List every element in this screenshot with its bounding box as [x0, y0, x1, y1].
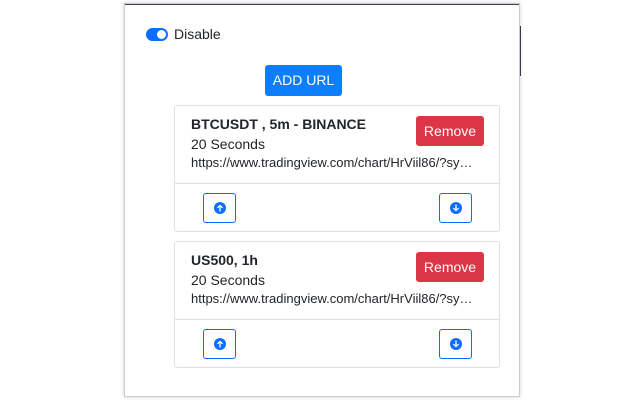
url-card-body: BTCUSDT , 5m - BINANCE 20 Seconds https:…	[175, 106, 499, 184]
remove-button[interactable]: Remove	[416, 116, 484, 146]
move-down-button[interactable]	[439, 193, 472, 223]
url-card-interval: 20 Seconds	[191, 272, 265, 288]
arrow-up-circle-icon	[213, 202, 226, 214]
disable-toggle-label[interactable]: Disable	[174, 26, 221, 42]
url-card-title: US500, 1h	[191, 252, 258, 268]
arrow-down-circle-icon	[449, 338, 462, 350]
extension-stage: Disable ADD URL BTCUSDT , 5m - BINANCE 2…	[0, 0, 640, 400]
move-down-button[interactable]	[439, 329, 472, 359]
arrow-down-circle-icon	[449, 202, 462, 214]
popup-top-border	[125, 4, 519, 5]
url-card: BTCUSDT , 5m - BINANCE 20 Seconds https:…	[174, 105, 500, 232]
extension-popup: Disable ADD URL BTCUSDT , 5m - BINANCE 2…	[124, 3, 520, 397]
move-up-button[interactable]	[203, 329, 236, 359]
disable-toggle-row: Disable	[146, 26, 221, 42]
add-url-button[interactable]: ADD URL	[265, 65, 342, 96]
disable-toggle-switch[interactable]	[146, 27, 168, 41]
remove-button[interactable]: Remove	[416, 252, 484, 282]
url-card-link: https://www.tradingview.com/chart/HrViil…	[191, 155, 471, 170]
url-card-body: US500, 1h 20 Seconds https://www.trading…	[175, 242, 499, 320]
move-up-button[interactable]	[203, 193, 236, 223]
arrow-up-circle-icon	[213, 338, 226, 350]
url-card: US500, 1h 20 Seconds https://www.trading…	[174, 241, 500, 368]
url-card-title: BTCUSDT , 5m - BINANCE	[191, 116, 367, 132]
url-card-interval: 20 Seconds	[191, 136, 265, 152]
toggle-knob	[157, 29, 166, 39]
url-card-link: https://www.tradingview.com/chart/HrViil…	[191, 291, 471, 306]
